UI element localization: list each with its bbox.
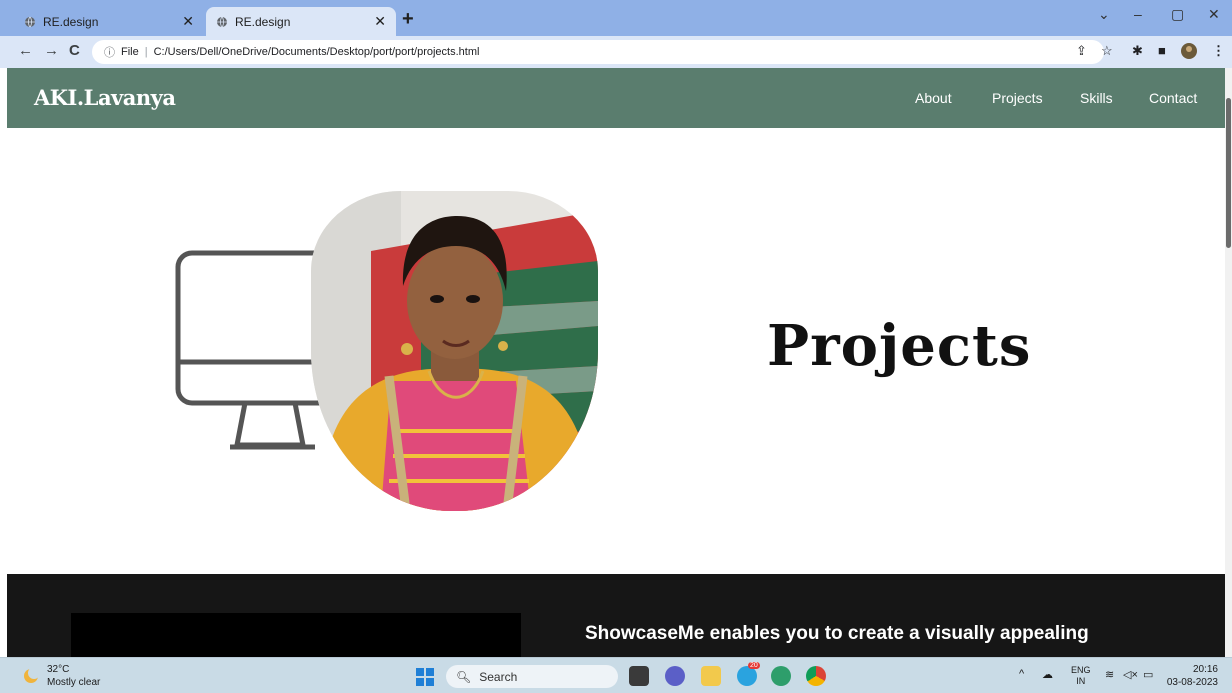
url-text[interactable]: C:/Users/Dell/OneDrive/Documents/Desktop… [154,46,480,58]
project-description: ShowcaseMe enables you to create a visua… [585,623,1089,644]
volume-muted-icon[interactable]: ◁× [1123,668,1138,681]
telegram-icon[interactable]: 20 [737,662,760,686]
profile-icon[interactable] [1180,42,1198,60]
task-view-icon[interactable] [629,666,649,686]
taskbar-search[interactable]: 🔍︎ Search [446,665,618,688]
search-label: Search [479,669,518,684]
nav-link-skills[interactable]: Skills [1080,90,1113,106]
globe-icon [25,16,35,27]
projects-section: ShowcaseMe enables you to create a visua… [7,574,1225,657]
back-button[interactable]: ← [18,42,33,60]
search-icon: 🔍︎ [456,669,472,684]
clock-time[interactable]: 20:16 [1186,664,1218,675]
language-code: ENG [1071,665,1091,675]
clock-date[interactable]: 03-08-2023 [1166,677,1218,688]
file-explorer-icon[interactable] [701,666,721,686]
tab-search-icon[interactable]: ⌄ [1098,6,1110,23]
share-icon[interactable]: ⇪ [1076,44,1087,58]
taskbar: 32°C Mostly clear 🔍︎ Search 20 ^ ☁ ENG I… [0,657,1232,693]
language-indicator[interactable]: ENG IN [1071,665,1091,687]
wifi-icon[interactable]: ≋ [1105,668,1114,681]
nav-link-projects[interactable]: Projects [992,90,1043,106]
browser-tab-strip: RE.design ✕ RE.design ✕ + ⌄ – ▢ ✕ [0,0,1232,36]
nav-link-about[interactable]: About [915,90,952,106]
extensions-icon[interactable]: ✱ [1132,44,1143,58]
sidepanel-icon[interactable]: ■ [1158,44,1166,58]
info-icon[interactable]: ⓘ [104,44,115,60]
onedrive-icon[interactable]: ☁ [1042,668,1053,681]
tray-expand-icon[interactable]: ^ [1019,668,1024,680]
close-window-button[interactable]: ✕ [1208,6,1220,23]
address-bar[interactable]: ⓘ File | C:/Users/Dell/OneDrive/Document… [92,40,1104,64]
tab-close-icon[interactable]: ✕ [182,13,194,30]
chrome-icon[interactable] [806,666,826,686]
windows-start-icon[interactable] [416,668,434,686]
browser-tab[interactable]: RE.design ✕ [14,7,204,36]
reload-button[interactable]: C [69,42,80,60]
profile-photo [311,191,598,511]
scheme-label: File [121,46,139,58]
tab-title: RE.design [43,14,99,29]
region-code: IN [1076,676,1086,686]
edge-icon[interactable] [771,666,791,686]
menu-icon[interactable]: ⋮ [1212,44,1225,58]
address-separator: | [144,46,148,58]
page-title: Projects [767,313,1032,379]
star-icon[interactable]: ☆ [1101,44,1113,58]
hero-section: Projects [7,128,1225,574]
browser-toolbar: ← → C ⓘ File | C:/Users/Dell/OneDrive/Do… [0,36,1232,68]
battery-icon[interactable]: ▭ [1143,668,1153,681]
weather-moon-icon[interactable] [22,667,40,685]
project-thumbnail [71,613,521,657]
site-logo[interactable]: AKI.Lavanya [34,85,176,110]
screen: RE.design ✕ RE.design ✕ + ⌄ – ▢ ✕ ← → C … [0,0,1232,693]
restore-button[interactable]: ▢ [1171,6,1184,23]
telegram-badge: 20 [748,662,760,669]
new-tab-button[interactable]: + [402,7,414,31]
browser-tab-active[interactable]: RE.design ✕ [206,7,396,36]
minimize-button[interactable]: – [1134,6,1142,22]
weather-condition[interactable]: Mostly clear [47,677,100,688]
chat-icon[interactable] [665,666,685,686]
weather-temperature[interactable]: 32°C [47,664,69,675]
scrollbar-thumb[interactable] [1226,98,1231,248]
tab-title: RE.design [235,14,291,29]
forward-button[interactable]: → [44,42,59,60]
globe-icon [217,16,227,27]
nav-link-contact[interactable]: Contact [1149,90,1197,106]
site-header: AKI.Lavanya About Projects Skills Contac… [7,68,1225,128]
tab-close-icon[interactable]: ✕ [374,13,386,30]
